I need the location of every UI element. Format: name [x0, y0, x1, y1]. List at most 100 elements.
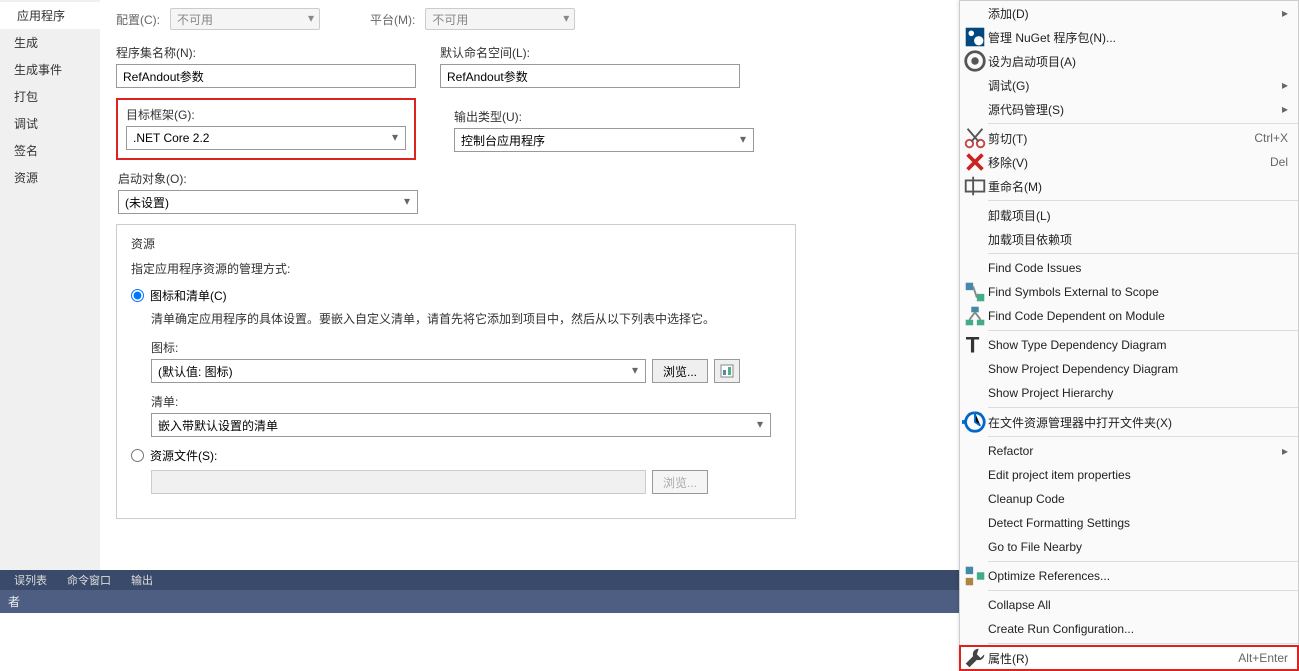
left-tab-4[interactable]: 调试: [0, 110, 100, 137]
menu-label: Create Run Configuration...: [988, 622, 1288, 636]
left-tab-1[interactable]: 生成: [0, 29, 100, 56]
menu-label: Edit project item properties: [988, 468, 1288, 482]
menu-label: Optimize References...: [988, 569, 1288, 583]
menu-label: 移除(V): [988, 154, 1270, 171]
menu-label: Cleanup Code: [988, 492, 1288, 506]
menu-label: 属性(R): [988, 650, 1238, 667]
menu-item-25[interactable]: Cleanup Code: [960, 487, 1298, 511]
menu-shortcut: Ctrl+X: [1254, 131, 1288, 145]
status-left: 者: [8, 593, 20, 610]
menu-item-21[interactable]: 在文件资源管理器中打开文件夹(X): [960, 410, 1298, 434]
dgml-icon: T: [962, 332, 988, 358]
resources-title: 资源: [131, 235, 781, 252]
icon-manifest-desc: 清单确定应用程序的具体设置。要嵌入自定义清单，请首先将它添加到项目中，然后从以下…: [151, 310, 781, 329]
resource-file-radio[interactable]: [131, 449, 144, 462]
manifest-dropdown[interactable]: [151, 413, 771, 437]
menu-shortcut: Del: [1270, 155, 1288, 169]
menu-item-8[interactable]: 重命名(M): [960, 174, 1298, 198]
default-namespace-label: 默认命名空间(L):: [440, 44, 740, 61]
icon-manifest-label: 图标和清单(C): [150, 287, 227, 304]
submenu-arrow-icon: ▸: [1282, 78, 1288, 92]
menu-label: 调试(G): [988, 77, 1282, 94]
menu-item-24[interactable]: Edit project item properties: [960, 463, 1298, 487]
target-framework-dropdown[interactable]: [126, 126, 406, 150]
menu-item-32[interactable]: Create Run Configuration...: [960, 617, 1298, 641]
svg-text:T: T: [966, 332, 980, 357]
menu-label: 源代码管理(S): [988, 101, 1282, 118]
manifest-label: 清单:: [151, 393, 781, 410]
config-dropdown: [170, 8, 320, 30]
left-tab-strip: 应用程序生成生成事件打包调试签名资源: [0, 0, 100, 570]
menu-item-31[interactable]: Collapse All: [960, 593, 1298, 617]
assembly-name-label: 程序集名称(N):: [116, 44, 416, 61]
icon-preview: [714, 359, 740, 383]
menu-label: Show Project Hierarchy: [988, 386, 1288, 400]
menu-label: Find Symbols External to Scope: [988, 285, 1288, 299]
icon-label: 图标:: [151, 339, 781, 356]
menu-item-0[interactable]: 添加(D)▸: [960, 1, 1298, 25]
icon-browse-button[interactable]: 浏览...: [652, 359, 708, 383]
menu-label: Show Type Dependency Diagram: [988, 338, 1288, 352]
resource-file-browse-button: 浏览...: [652, 470, 708, 494]
resource-file-label: 资源文件(S):: [150, 447, 217, 464]
menu-item-23[interactable]: Refactor▸: [960, 439, 1298, 463]
platform-label: 平台(M):: [370, 11, 415, 28]
menu-label: 卸载项目(L): [988, 207, 1288, 224]
menu-item-6[interactable]: 剪切(T)Ctrl+X: [960, 126, 1298, 150]
menu-item-1[interactable]: 管理 NuGet 程序包(N)...: [960, 25, 1298, 49]
menu-item-4[interactable]: 源代码管理(S)▸: [960, 97, 1298, 121]
target-framework-highlight: 目标框架(G):: [116, 98, 416, 160]
menu-item-34[interactable]: 属性(R)Alt+Enter: [960, 646, 1298, 670]
left-tab-2[interactable]: 生成事件: [0, 56, 100, 83]
menu-label: Find Code Issues: [988, 261, 1288, 275]
left-tab-3[interactable]: 打包: [0, 83, 100, 110]
menu-item-19[interactable]: Show Project Hierarchy: [960, 381, 1298, 405]
menu-item-26[interactable]: Detect Formatting Settings: [960, 511, 1298, 535]
bottom-tab-0[interactable]: 误列表: [4, 570, 57, 590]
menu-item-2[interactable]: 设为启动项目(A): [960, 49, 1298, 73]
bottom-tab-2[interactable]: 输出: [121, 570, 163, 590]
assembly-name-input[interactable]: [116, 64, 416, 88]
menu-item-18[interactable]: Show Project Dependency Diagram: [960, 357, 1298, 381]
submenu-arrow-icon: ▸: [1282, 444, 1288, 458]
find-dep-icon: [962, 303, 988, 329]
menu-label: Show Project Dependency Diagram: [988, 362, 1288, 376]
menu-label: Go to File Nearby: [988, 540, 1288, 554]
menu-item-11[interactable]: 加载项目依赖项: [960, 227, 1298, 251]
optimize-icon: [962, 563, 988, 589]
menu-item-10[interactable]: 卸载项目(L): [960, 203, 1298, 227]
nuget-icon: [962, 24, 988, 50]
left-tab-6[interactable]: 资源: [0, 164, 100, 191]
menu-item-3[interactable]: 调试(G)▸: [960, 73, 1298, 97]
resource-file-input: [151, 470, 646, 494]
menu-item-14[interactable]: Find Symbols External to Scope: [960, 280, 1298, 304]
startup-object-label: 启动对象(O):: [118, 170, 418, 187]
context-menu: 添加(D)▸管理 NuGet 程序包(N)...设为启动项目(A)调试(G)▸源…: [959, 0, 1299, 671]
platform-dropdown: [425, 8, 575, 30]
menu-item-29[interactable]: Optimize References...: [960, 564, 1298, 588]
icon-dropdown[interactable]: [151, 359, 646, 383]
menu-item-27[interactable]: Go to File Nearby: [960, 535, 1298, 559]
menu-item-13[interactable]: Find Code Issues: [960, 256, 1298, 280]
menu-label: 重命名(M): [988, 178, 1288, 195]
icon-manifest-radio[interactable]: [131, 289, 144, 302]
output-type-dropdown[interactable]: [454, 128, 754, 152]
startup-object-dropdown[interactable]: [118, 190, 418, 214]
menu-label: Collapse All: [988, 598, 1288, 612]
menu-shortcut: Alt+Enter: [1238, 651, 1288, 665]
target-framework-label: 目标框架(G):: [126, 106, 406, 123]
default-namespace-input[interactable]: [440, 64, 740, 88]
menu-item-15[interactable]: Find Code Dependent on Module: [960, 304, 1298, 328]
menu-label: Find Code Dependent on Module: [988, 309, 1288, 323]
left-tab-5[interactable]: 签名: [0, 137, 100, 164]
left-tab-0[interactable]: 应用程序: [0, 2, 100, 29]
bottom-tab-1[interactable]: 命令窗口: [57, 570, 121, 590]
menu-item-17[interactable]: T Show Type Dependency Diagram: [960, 333, 1298, 357]
output-type-label: 输出类型(U):: [454, 108, 754, 125]
explorer-icon: [962, 409, 988, 435]
cut-icon: [962, 125, 988, 151]
remove-icon: [962, 149, 988, 175]
menu-item-7[interactable]: 移除(V)Del: [960, 150, 1298, 174]
config-label: 配置(C):: [116, 11, 160, 28]
menu-label: 管理 NuGet 程序包(N)...: [988, 29, 1288, 46]
